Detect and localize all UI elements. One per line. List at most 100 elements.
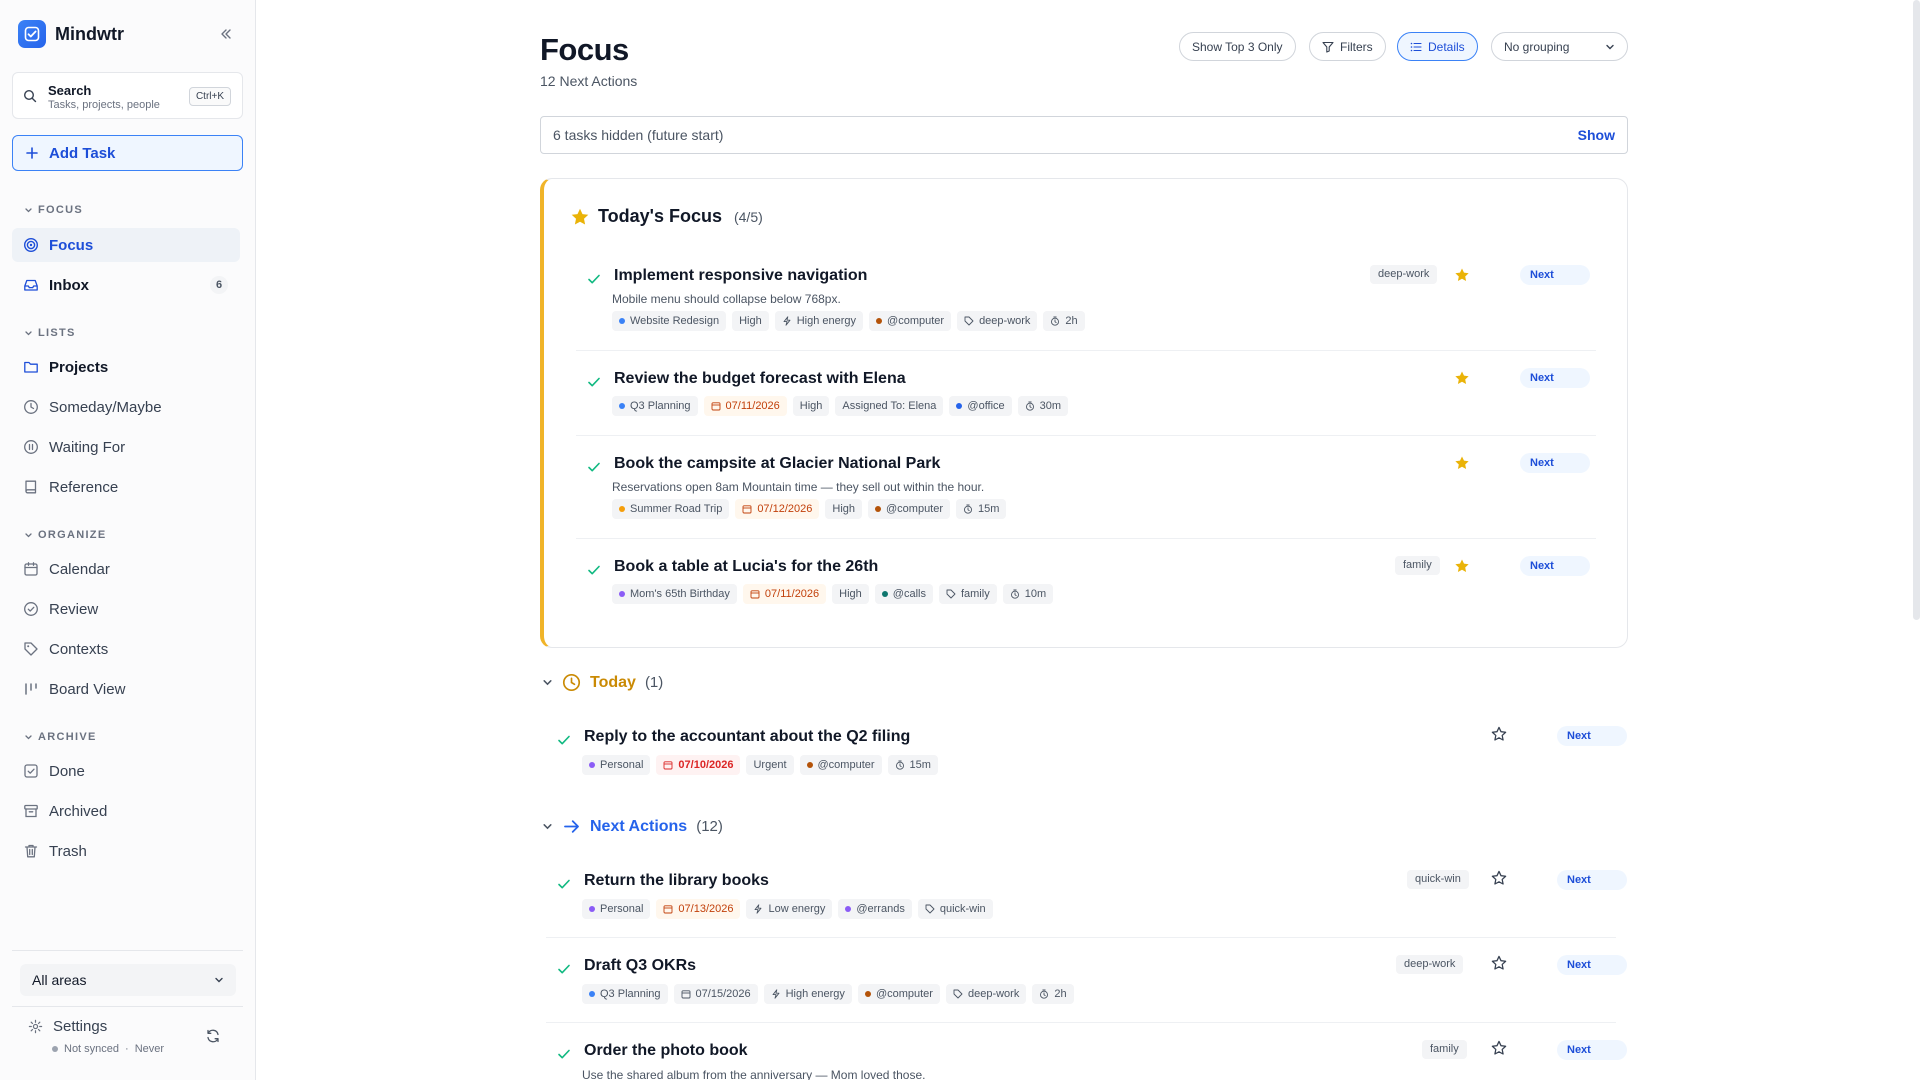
task-title[interactable]: Reply to the accountant about the Q2 fil… bbox=[584, 728, 910, 746]
status-badge[interactable]: Next bbox=[1557, 726, 1627, 746]
task-tag-badge[interactable]: deep-work bbox=[1396, 955, 1464, 974]
status-badge[interactable]: Next bbox=[1557, 955, 1627, 975]
star-filled-icon[interactable] bbox=[1454, 558, 1470, 574]
task-title[interactable]: Implement responsive navigation bbox=[614, 267, 867, 285]
complete-check-icon[interactable] bbox=[556, 961, 572, 977]
complete-check-icon[interactable] bbox=[556, 876, 572, 892]
complete-check-icon[interactable] bbox=[586, 271, 602, 287]
tag-chip[interactable]: deep-work bbox=[957, 311, 1038, 331]
show-hidden-button[interactable]: Show bbox=[1578, 127, 1615, 143]
show-top3-button[interactable]: Show Top 3 Only bbox=[1179, 32, 1296, 61]
task-tag-badge[interactable]: family bbox=[1422, 1040, 1467, 1059]
task-title[interactable]: Order the photo book bbox=[584, 1042, 748, 1060]
context-chip[interactable]: @errands bbox=[838, 899, 912, 919]
settings-button[interactable]: Settings bbox=[28, 1018, 107, 1035]
star-filled-icon[interactable] bbox=[1454, 370, 1470, 386]
status-badge[interactable]: Next bbox=[1520, 556, 1590, 576]
star-outline-icon[interactable] bbox=[1491, 1040, 1507, 1056]
sidebar-item-inbox[interactable]: Inbox 6 bbox=[12, 268, 240, 302]
project-chip[interactable]: Personal bbox=[582, 899, 651, 919]
task-row[interactable]: Draft Q3 OKRs Q3 Planning 07/15/2026 Hig… bbox=[556, 955, 1627, 1012]
grouping-select[interactable]: No grouping bbox=[1491, 32, 1628, 61]
sidebar-item-done[interactable]: Done bbox=[12, 754, 240, 788]
star-filled-icon[interactable] bbox=[1454, 267, 1470, 283]
task-row[interactable]: Book the campsite at Glacier National Pa… bbox=[586, 453, 1596, 535]
context-chip[interactable]: @computer bbox=[857, 984, 940, 1004]
status-badge[interactable]: Next bbox=[1520, 453, 1590, 473]
task-row[interactable]: Order the photo book Use the shared albu… bbox=[556, 1040, 1627, 1080]
section-archive[interactable]: ARCHIVE bbox=[24, 731, 97, 743]
sidebar-item-someday[interactable]: Someday/Maybe bbox=[12, 390, 240, 424]
group-header-next-actions[interactable]: Next Actions (12) bbox=[542, 817, 723, 836]
task-row[interactable]: Book a table at Lucia's for the 26th Mom… bbox=[586, 556, 1596, 613]
project-chip[interactable]: Personal bbox=[582, 755, 651, 775]
add-task-button[interactable]: Add Task bbox=[12, 135, 243, 171]
main-scrollbar[interactable] bbox=[1913, 0, 1920, 620]
task-title[interactable]: Review the budget forecast with Elena bbox=[614, 370, 906, 388]
section-lists[interactable]: LISTS bbox=[24, 327, 76, 339]
complete-check-icon[interactable] bbox=[586, 562, 602, 578]
task-tag-badge[interactable]: quick-win bbox=[1407, 870, 1469, 889]
context-chip[interactable]: @calls bbox=[874, 584, 933, 604]
filters-button[interactable]: Filters bbox=[1309, 32, 1386, 61]
project-chip[interactable]: Q3 Planning bbox=[612, 396, 698, 416]
complete-check-icon[interactable] bbox=[556, 732, 572, 748]
details-button[interactable]: Details bbox=[1397, 32, 1478, 61]
due-date-chip[interactable]: 07/11/2026 bbox=[703, 396, 787, 416]
task-row[interactable]: Implement responsive navigation Mobile m… bbox=[586, 265, 1596, 347]
status-badge[interactable]: Next bbox=[1557, 870, 1627, 890]
context-chip[interactable]: @office bbox=[949, 396, 1012, 416]
sidebar-item-projects[interactable]: Projects bbox=[12, 350, 240, 384]
context-chip[interactable]: @computer bbox=[868, 499, 951, 519]
section-focus[interactable]: FOCUS bbox=[24, 204, 83, 216]
sidebar-item-trash[interactable]: Trash bbox=[12, 834, 240, 868]
context-chip[interactable]: @computer bbox=[869, 311, 952, 331]
status-badge[interactable]: Next bbox=[1520, 368, 1590, 388]
sidebar-item-archived[interactable]: Archived bbox=[12, 794, 240, 828]
task-title[interactable]: Draft Q3 OKRs bbox=[584, 957, 696, 975]
task-row[interactable]: Review the budget forecast with Elena Q3… bbox=[586, 368, 1596, 425]
status-badge[interactable]: Next bbox=[1520, 265, 1590, 285]
project-chip[interactable]: Summer Road Trip bbox=[612, 499, 730, 519]
project-chip[interactable]: Q3 Planning bbox=[582, 984, 668, 1004]
sync-refresh-icon[interactable] bbox=[205, 1028, 225, 1048]
due-date-chip[interactable]: 07/15/2026 bbox=[673, 984, 758, 1004]
sidebar-item-contexts[interactable]: Contexts bbox=[12, 632, 240, 666]
context-chip[interactable]: @computer bbox=[799, 755, 882, 775]
task-title[interactable]: Return the library books bbox=[584, 872, 769, 890]
due-date-chip[interactable]: 07/12/2026 bbox=[735, 499, 820, 519]
star-filled-icon[interactable] bbox=[1454, 455, 1470, 471]
task-tag-badge[interactable]: deep-work bbox=[1370, 265, 1438, 284]
complete-check-icon[interactable] bbox=[586, 374, 602, 390]
sidebar-item-focus[interactable]: Focus bbox=[12, 228, 240, 262]
complete-check-icon[interactable] bbox=[556, 1046, 572, 1062]
status-badge[interactable]: Next bbox=[1557, 1040, 1627, 1060]
tag-chip[interactable]: quick-win bbox=[917, 899, 993, 919]
sidebar-item-reference[interactable]: Reference bbox=[12, 470, 240, 504]
tag-chip[interactable]: deep-work bbox=[945, 984, 1027, 1004]
collapse-sidebar-icon[interactable] bbox=[216, 24, 236, 44]
task-row[interactable]: Return the library books Personal 07/13/… bbox=[556, 870, 1627, 927]
task-title[interactable]: Book the campsite at Glacier National Pa… bbox=[614, 455, 940, 473]
project-chip[interactable]: Website Redesign bbox=[612, 311, 727, 331]
due-date-chip[interactable]: 07/13/2026 bbox=[656, 899, 741, 919]
sidebar-item-waiting-for[interactable]: Waiting For bbox=[12, 430, 240, 464]
tag-chip[interactable]: family bbox=[938, 584, 997, 604]
area-select[interactable]: All areas bbox=[20, 964, 236, 996]
task-tag-badge[interactable]: family bbox=[1395, 556, 1440, 575]
due-date-chip[interactable]: 07/11/2026 bbox=[742, 584, 827, 604]
sidebar-item-review[interactable]: Review bbox=[12, 592, 240, 626]
star-outline-icon[interactable] bbox=[1491, 870, 1507, 886]
star-outline-icon[interactable] bbox=[1491, 955, 1507, 971]
sidebar-item-board-view[interactable]: Board View bbox=[12, 672, 240, 706]
task-row[interactable]: Reply to the accountant about the Q2 fil… bbox=[556, 726, 1627, 783]
app-brand[interactable]: Mindwtr bbox=[18, 20, 124, 48]
project-chip[interactable]: Mom's 65th Birthday bbox=[612, 584, 737, 604]
star-outline-icon[interactable] bbox=[1491, 726, 1507, 742]
group-header-today[interactable]: Today (1) bbox=[542, 673, 663, 692]
sidebar-item-calendar[interactable]: Calendar bbox=[12, 552, 240, 586]
section-organize[interactable]: ORGANIZE bbox=[24, 529, 106, 541]
due-date-chip[interactable]: 07/10/2026 bbox=[656, 755, 741, 775]
search-button[interactable]: Search Tasks, projects, people Ctrl+K bbox=[12, 72, 243, 119]
task-title[interactable]: Book a table at Lucia's for the 26th bbox=[614, 558, 878, 576]
